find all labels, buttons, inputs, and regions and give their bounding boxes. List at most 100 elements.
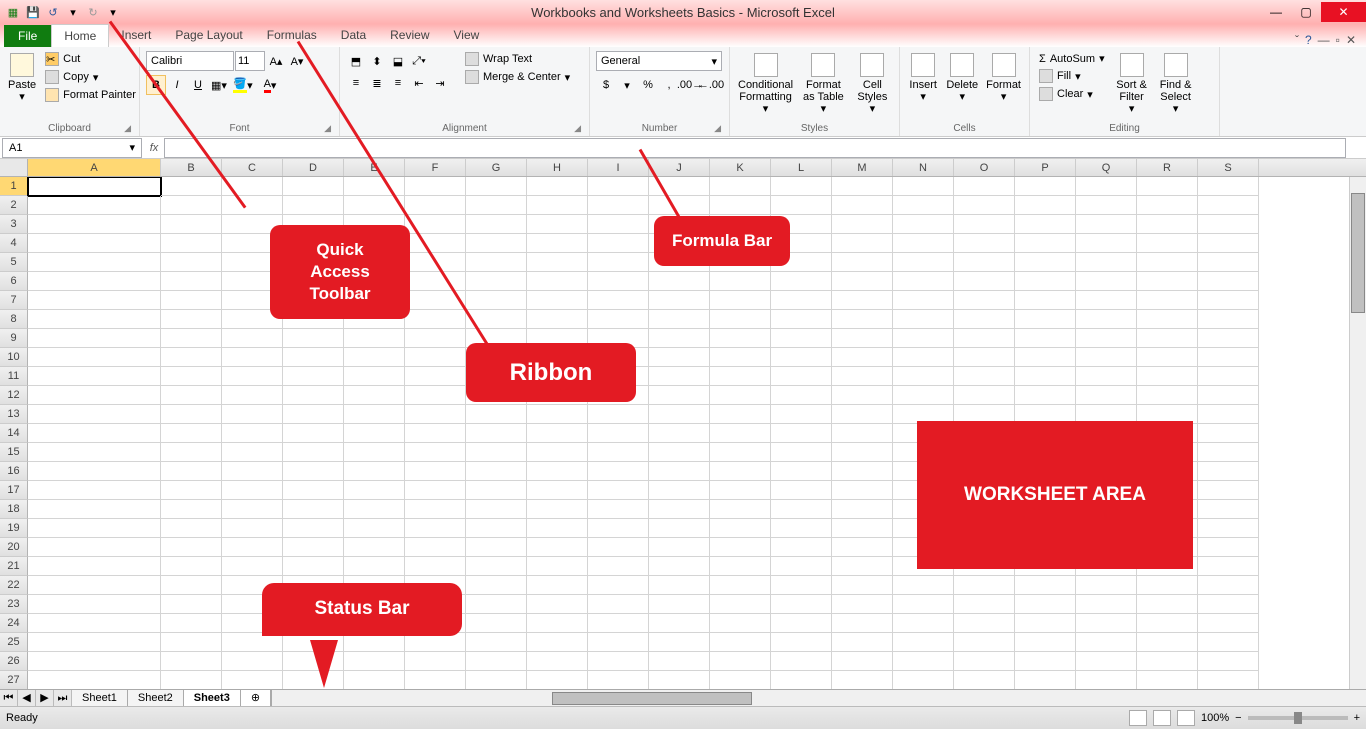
cell[interactable]	[832, 614, 893, 633]
dialog-launcher-icon[interactable]: ◢	[574, 123, 581, 134]
cell[interactable]	[283, 329, 344, 348]
cell[interactable]	[1015, 196, 1076, 215]
zoom-slider[interactable]	[1248, 716, 1348, 720]
cell[interactable]	[649, 481, 710, 500]
cell[interactable]	[1198, 614, 1259, 633]
cell[interactable]	[1076, 367, 1137, 386]
cell[interactable]	[1015, 614, 1076, 633]
cell[interactable]	[161, 652, 222, 671]
cell[interactable]	[649, 386, 710, 405]
cell[interactable]	[771, 538, 832, 557]
cell[interactable]	[954, 671, 1015, 689]
cell[interactable]	[588, 424, 649, 443]
cell[interactable]	[1076, 671, 1137, 689]
cell[interactable]	[161, 215, 222, 234]
cell[interactable]	[405, 519, 466, 538]
cell[interactable]	[649, 196, 710, 215]
cell[interactable]	[588, 595, 649, 614]
cell[interactable]	[832, 329, 893, 348]
cell[interactable]	[344, 443, 405, 462]
border-button[interactable]: ▦▾	[209, 75, 229, 95]
cell[interactable]	[1076, 652, 1137, 671]
help-icon[interactable]: ?	[1305, 33, 1312, 47]
cell[interactable]	[832, 462, 893, 481]
page-layout-view-button[interactable]	[1153, 710, 1171, 726]
cell[interactable]	[283, 367, 344, 386]
cell[interactable]	[832, 557, 893, 576]
cell[interactable]	[1198, 557, 1259, 576]
cell[interactable]	[649, 633, 710, 652]
cell[interactable]	[893, 652, 954, 671]
row-header[interactable]: 25	[0, 633, 28, 652]
cell[interactable]	[405, 310, 466, 329]
cell[interactable]	[710, 348, 771, 367]
cell[interactable]	[527, 272, 588, 291]
align-right-icon[interactable]: ≡	[388, 73, 408, 93]
cell[interactable]	[1076, 595, 1137, 614]
cell[interactable]	[28, 310, 161, 329]
cell[interactable]	[771, 557, 832, 576]
cell[interactable]	[1076, 196, 1137, 215]
font-color-button[interactable]: A▾	[257, 75, 283, 95]
cell[interactable]	[283, 462, 344, 481]
conditional-formatting-button[interactable]: Conditional Formatting▾	[736, 51, 795, 117]
cell[interactable]	[771, 462, 832, 481]
cell[interactable]	[954, 234, 1015, 253]
cell[interactable]	[1198, 234, 1259, 253]
cell[interactable]	[527, 424, 588, 443]
cell[interactable]	[893, 595, 954, 614]
cell[interactable]	[893, 348, 954, 367]
cell[interactable]	[588, 215, 649, 234]
cell[interactable]	[954, 177, 1015, 196]
cell[interactable]	[832, 310, 893, 329]
delete-cells-button[interactable]: Delete▾	[944, 51, 980, 105]
fx-icon[interactable]: fx	[144, 142, 164, 154]
row-header[interactable]: 22	[0, 576, 28, 595]
cell[interactable]	[649, 614, 710, 633]
cell[interactable]	[527, 595, 588, 614]
row-header[interactable]: 7	[0, 291, 28, 310]
currency-button[interactable]: $	[596, 75, 616, 95]
cell[interactable]	[649, 348, 710, 367]
cell[interactable]	[771, 519, 832, 538]
cell[interactable]	[527, 519, 588, 538]
cell[interactable]	[588, 253, 649, 272]
cell[interactable]	[649, 538, 710, 557]
cell[interactable]	[649, 671, 710, 689]
column-header[interactable]: M	[832, 159, 893, 176]
cell[interactable]	[527, 462, 588, 481]
cell[interactable]	[588, 481, 649, 500]
row-header[interactable]: 14	[0, 424, 28, 443]
row-header[interactable]: 24	[0, 614, 28, 633]
cell[interactable]	[710, 177, 771, 196]
number-format-combo[interactable]: General▾	[596, 51, 722, 71]
cell[interactable]	[893, 633, 954, 652]
cell[interactable]	[466, 652, 527, 671]
sheet-nav-button[interactable]: ⏭	[54, 690, 72, 706]
cell[interactable]	[161, 253, 222, 272]
cell[interactable]	[771, 424, 832, 443]
format-cells-button[interactable]: Format▾	[984, 51, 1023, 105]
decrease-indent-icon[interactable]: ⇤	[409, 73, 429, 93]
format-painter-button[interactable]: Format Painter	[42, 87, 139, 103]
cell[interactable]	[1015, 348, 1076, 367]
row-header[interactable]: 13	[0, 405, 28, 424]
cell[interactable]	[222, 329, 283, 348]
cell[interactable]	[893, 576, 954, 595]
cell[interactable]	[1198, 329, 1259, 348]
cell[interactable]	[28, 481, 161, 500]
cell[interactable]	[222, 462, 283, 481]
cell[interactable]	[954, 348, 1015, 367]
cell[interactable]	[771, 291, 832, 310]
cell[interactable]	[527, 405, 588, 424]
cell[interactable]	[710, 310, 771, 329]
formula-input[interactable]	[164, 138, 1346, 158]
cell[interactable]	[1198, 215, 1259, 234]
cell[interactable]	[1015, 310, 1076, 329]
cell[interactable]	[832, 177, 893, 196]
cell[interactable]	[222, 348, 283, 367]
cell[interactable]	[1076, 576, 1137, 595]
cell[interactable]	[466, 443, 527, 462]
copy-button[interactable]: Copy ▾	[42, 69, 139, 85]
new-sheet-button[interactable]: ⊕	[241, 690, 271, 706]
